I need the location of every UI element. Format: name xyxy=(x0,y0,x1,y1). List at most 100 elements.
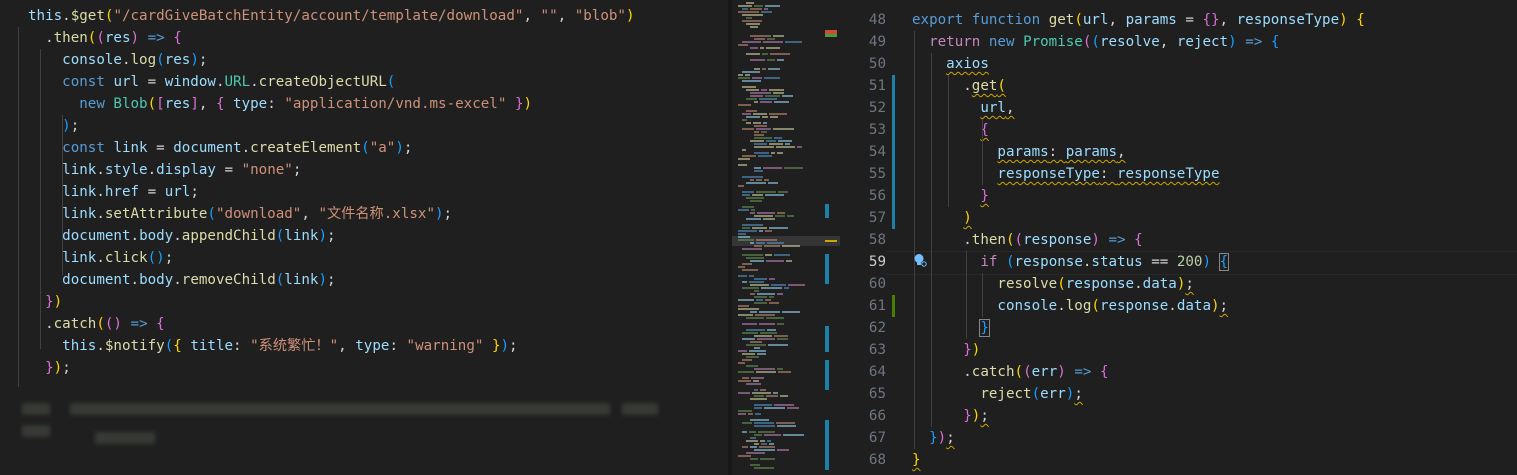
code-token: link xyxy=(62,250,97,266)
code-line[interactable]: link.click(); xyxy=(28,247,173,269)
minimap-line xyxy=(742,71,760,73)
code-token: . xyxy=(96,162,105,178)
minimap-line xyxy=(754,395,764,397)
code-token: "" xyxy=(540,8,558,24)
code-line[interactable]: } xyxy=(912,449,921,471)
line-number[interactable]: 58 xyxy=(840,229,886,251)
code-line[interactable]: .catch(() => { xyxy=(28,313,165,335)
minimap-line xyxy=(769,227,788,229)
code-token: return xyxy=(929,34,981,50)
line-number[interactable]: 59 xyxy=(840,251,886,273)
line-number[interactable]: 67 xyxy=(840,427,886,449)
line-number[interactable]: 53 xyxy=(840,119,886,141)
line-number[interactable]: 61 xyxy=(840,295,886,317)
lightbulb-icon[interactable] xyxy=(913,253,927,267)
code-token: setAttribute xyxy=(104,206,208,222)
code-line[interactable]: { xyxy=(912,119,989,141)
code-line[interactable]: console.log(response.data); xyxy=(912,295,1228,317)
code-line[interactable]: const url = window.URL.createObjectURL( xyxy=(28,71,395,93)
code-line[interactable]: ) xyxy=(912,207,972,229)
minimap-line xyxy=(738,209,749,211)
left-editor-pane[interactable]: this.$get("/cardGiveBatchEntity/account/… xyxy=(0,0,728,475)
minimap-line xyxy=(738,11,759,13)
code-token: log xyxy=(1065,298,1092,314)
code-token: { xyxy=(173,30,182,46)
minimap-line xyxy=(759,311,780,313)
right-editor-pane[interactable]: 48 49 50 51 52 53 54 55 56 57 58 59 60 61 62 63 64 65 66 67… xyxy=(840,0,1517,475)
line-number[interactable]: 51 xyxy=(840,75,886,97)
minimap-line xyxy=(758,155,772,157)
code-token: ( xyxy=(147,96,157,112)
line-number[interactable]: 55 xyxy=(840,163,886,185)
code-token: . xyxy=(96,206,105,222)
minimap-line xyxy=(742,332,758,334)
minimap[interactable] xyxy=(732,0,840,475)
code-token: url xyxy=(164,184,191,200)
code-token: {} xyxy=(1202,12,1220,28)
code-line[interactable]: new Blob([res], { type: "application/vnd… xyxy=(28,93,532,115)
minimap-line xyxy=(746,257,764,259)
line-number[interactable]: 49 xyxy=(840,31,886,53)
code-line[interactable]: this.$notify({ title: "系统繁忙！", type: "wa… xyxy=(28,335,517,357)
code-line[interactable]: link.href = url; xyxy=(28,181,199,203)
line-number[interactable]: 60 xyxy=(840,273,886,295)
code-line[interactable]: this.$get("/cardGiveBatchEntity/account/… xyxy=(28,5,635,27)
indent-guide xyxy=(18,27,19,387)
minimap-line xyxy=(785,41,802,43)
code-line[interactable]: document.body.removeChild(link); xyxy=(28,269,335,291)
line-number[interactable]: 63 xyxy=(840,339,886,361)
code-token: ( xyxy=(275,272,285,288)
code-line[interactable]: }); xyxy=(912,405,989,427)
code-line[interactable]: responseType: responseType xyxy=(912,163,1219,185)
code-line[interactable]: const link = document.createElement("a")… xyxy=(28,137,412,159)
minimap-line xyxy=(756,242,765,244)
line-number[interactable]: 68 xyxy=(840,449,886,471)
minimap-line xyxy=(751,377,764,379)
code-token: => xyxy=(1108,232,1126,248)
code-line[interactable]: .then((res) => { xyxy=(28,27,182,49)
code-line[interactable]: if (response.status == 200) { xyxy=(912,251,1230,273)
line-number[interactable]: 48 xyxy=(840,9,886,31)
line-number[interactable]: 52 xyxy=(840,97,886,119)
code-line[interactable]: resolve(response.data); xyxy=(912,273,1194,295)
code-token: ; xyxy=(1219,298,1229,314)
line-number[interactable]: 54 xyxy=(840,141,886,163)
code-line[interactable]: return new Promise((resolve, reject) => … xyxy=(912,31,1279,53)
minimap-line xyxy=(761,11,772,13)
code-line[interactable]: params: params, xyxy=(912,141,1125,163)
code-line[interactable]: console.log(res); xyxy=(28,49,207,71)
minimap-line xyxy=(742,263,752,265)
code-token: ; xyxy=(190,184,199,200)
code-line[interactable]: .get( xyxy=(912,75,1006,97)
code-line[interactable]: }); xyxy=(912,427,955,449)
code-line[interactable]: reject(err); xyxy=(912,383,1083,405)
minimap-line xyxy=(742,287,759,289)
code-line[interactable]: }); xyxy=(28,357,71,379)
line-number[interactable]: 66 xyxy=(840,405,886,427)
minimap-line xyxy=(754,407,762,409)
code-line[interactable]: link.setAttribute("download", "文件名称.xlsx… xyxy=(28,203,452,225)
code-line[interactable]: ); xyxy=(28,115,79,137)
code-line[interactable]: document.body.appendChild(link); xyxy=(28,225,335,247)
line-number[interactable]: 65 xyxy=(840,383,886,405)
line-number[interactable]: 64 xyxy=(840,361,886,383)
code-line[interactable]: } xyxy=(912,317,990,339)
line-number[interactable]: 62 xyxy=(840,317,886,339)
minimap-line xyxy=(749,350,766,352)
code-line[interactable]: .then((response) => { xyxy=(912,229,1142,251)
code-line[interactable]: url, xyxy=(912,97,1014,119)
code-line[interactable]: .catch((err) => { xyxy=(912,361,1108,383)
code-line[interactable]: }) xyxy=(28,291,62,313)
code-line[interactable]: } xyxy=(912,185,989,207)
line-number[interactable]: 56 xyxy=(840,185,886,207)
code-line[interactable]: link.style.display = "none"; xyxy=(28,159,301,181)
minimap-line xyxy=(764,77,780,79)
code-line[interactable]: }) xyxy=(912,339,980,361)
code-token: body xyxy=(139,272,174,288)
code-line[interactable]: axios xyxy=(912,53,989,75)
line-number[interactable]: 57 xyxy=(840,207,886,229)
code-token: "a" xyxy=(369,140,396,156)
code-line[interactable]: export function get(url, params = {}, re… xyxy=(912,9,1365,31)
line-number[interactable]: 50 xyxy=(840,53,886,75)
minimap-line xyxy=(759,230,763,232)
